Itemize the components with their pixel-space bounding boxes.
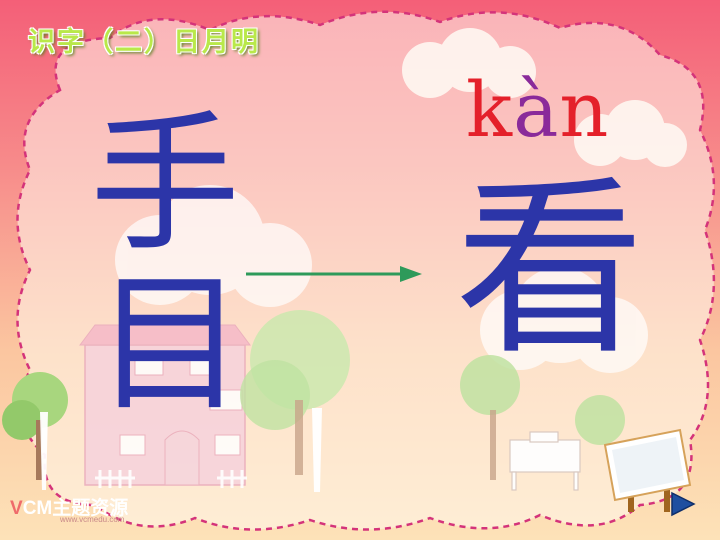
title-char: 月 bbox=[202, 27, 229, 58]
vcm-logo: VCM主题资源 www.vcmedu.com bbox=[10, 493, 128, 524]
logo-url: www.vcmedu.com bbox=[60, 515, 125, 524]
title-char: 识 bbox=[28, 27, 55, 58]
logo-prefix: V bbox=[10, 498, 23, 519]
character-shou: 手 bbox=[90, 98, 241, 272]
pinyin-initial: k bbox=[466, 65, 514, 154]
slide-stage: 识 字 （ 二 ） 日 月 明 kàn 手 目 看 VCM主题资源 www.vc… bbox=[0, 0, 720, 540]
title-char: （ bbox=[86, 27, 113, 58]
title-char: ） bbox=[144, 27, 171, 58]
character-mu: 目 bbox=[95, 258, 246, 432]
next-slide-button[interactable] bbox=[668, 490, 698, 518]
play-triangle-icon bbox=[671, 491, 696, 517]
title-char: 二 bbox=[115, 27, 142, 58]
pinyin-final: n bbox=[559, 65, 610, 154]
slide-title: 识 字 （ 二 ） 日 月 明 bbox=[28, 20, 258, 59]
pinyin-kan: kàn bbox=[466, 72, 609, 148]
title-char: 字 bbox=[57, 27, 84, 58]
title-char: 明 bbox=[231, 27, 258, 58]
character-kan: 看 bbox=[455, 159, 646, 380]
title-char: 日 bbox=[173, 27, 200, 58]
pinyin-vowel: à bbox=[513, 65, 560, 154]
